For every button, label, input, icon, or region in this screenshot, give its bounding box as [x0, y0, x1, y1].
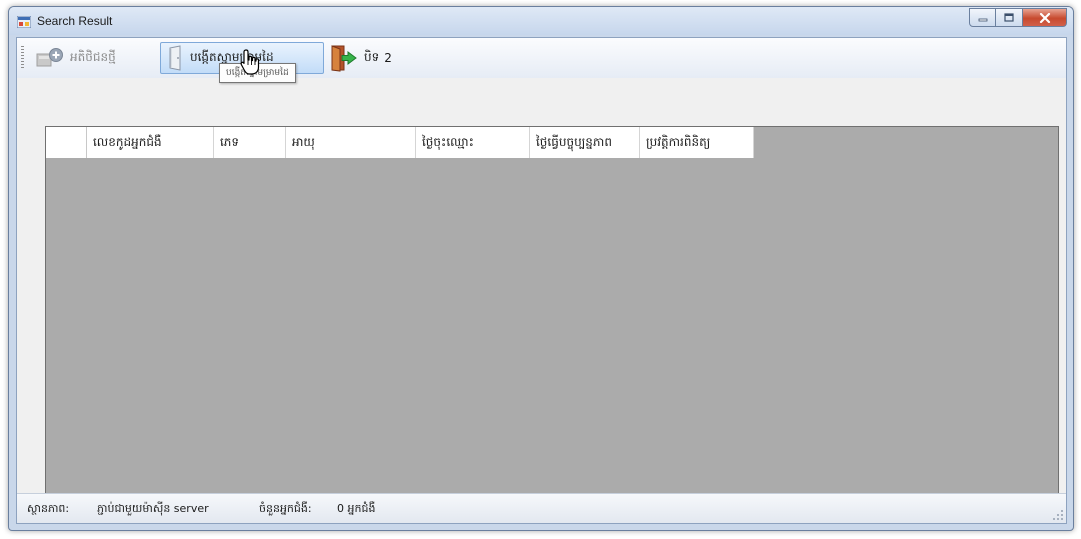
- close-icon: [1039, 12, 1050, 23]
- status-state-value: ភ្ជាប់ជាមួយម៉ាស៊ីន server: [97, 502, 209, 515]
- search-result-window: Search Result អតិថិជនថ្មី បង្កើតស្នាមម្រ…: [8, 6, 1074, 531]
- column-exam-history[interactable]: ប្រវត្តិការពិនិត្យ: [640, 127, 754, 158]
- column-age[interactable]: អាយុ: [286, 127, 416, 158]
- close-label: បិទ: [364, 50, 380, 64]
- patient-grid[interactable]: លេខកូដអ្នកជំងឺ ភេទ អាយុ ថ្ងៃចុះឈ្មោះ ថ្ង…: [45, 126, 1059, 519]
- minimize-icon: [978, 18, 987, 21]
- status-count-label: ចំនួនអ្នកជំងឺ:: [259, 502, 312, 515]
- resize-grip-icon[interactable]: [1052, 509, 1064, 521]
- title-bar[interactable]: Search Result: [9, 7, 1073, 35]
- maximize-button[interactable]: [996, 8, 1023, 27]
- window-title: Search Result: [37, 14, 113, 28]
- close-badge: 2: [384, 51, 392, 65]
- new-customer-button[interactable]: អតិថិជនថ្មី: [31, 42, 120, 74]
- caption-buttons: [969, 8, 1067, 27]
- add-customer-icon: [36, 48, 63, 67]
- column-update-date[interactable]: ថ្ងៃធ្វើបច្ចុប្បន្នភាព: [530, 127, 640, 158]
- new-customer-label: អតិថិជនថ្មី: [70, 50, 116, 64]
- exit-door-icon: [331, 45, 357, 72]
- column-register-date[interactable]: ថ្ងៃចុះឈ្មោះ: [416, 127, 530, 158]
- status-state-label: ស្ថានភាព:: [27, 502, 70, 515]
- toolbar-grip-handle[interactable]: [21, 46, 24, 68]
- app-window-icon: [17, 16, 31, 28]
- maximize-icon: [1004, 13, 1014, 22]
- close-button[interactable]: បិទ 2: [325, 42, 396, 74]
- column-gender[interactable]: ភេទ: [214, 127, 286, 158]
- row-header-corner[interactable]: [46, 127, 87, 158]
- column-patient-code[interactable]: លេខកូដអ្នកជំងឺ: [87, 127, 214, 158]
- status-bar: ស្ថានភាព: ភ្ជាប់ជាមួយម៉ាស៊ីន server ចំនួ…: [17, 493, 1066, 523]
- status-count-value: 0 អ្នកជំងឺ: [337, 502, 376, 515]
- minimize-button[interactable]: [969, 8, 996, 27]
- hand-cursor-icon: [240, 49, 260, 75]
- client-area: អតិថិជនថ្មី បង្កើតស្នាមម្រាមដៃ បិទ 2 លេខ…: [16, 37, 1067, 524]
- toolbar: អតិថិជនថ្មី បង្កើតស្នាមម្រាមដៃ បិទ 2: [17, 38, 1066, 78]
- grid-header: លេខកូដអ្នកជំងឺ ភេទ អាយុ ថ្ងៃចុះឈ្មោះ ថ្ង…: [46, 127, 754, 158]
- close-window-button[interactable]: [1023, 8, 1067, 27]
- fingerprint-door-icon: [169, 45, 181, 71]
